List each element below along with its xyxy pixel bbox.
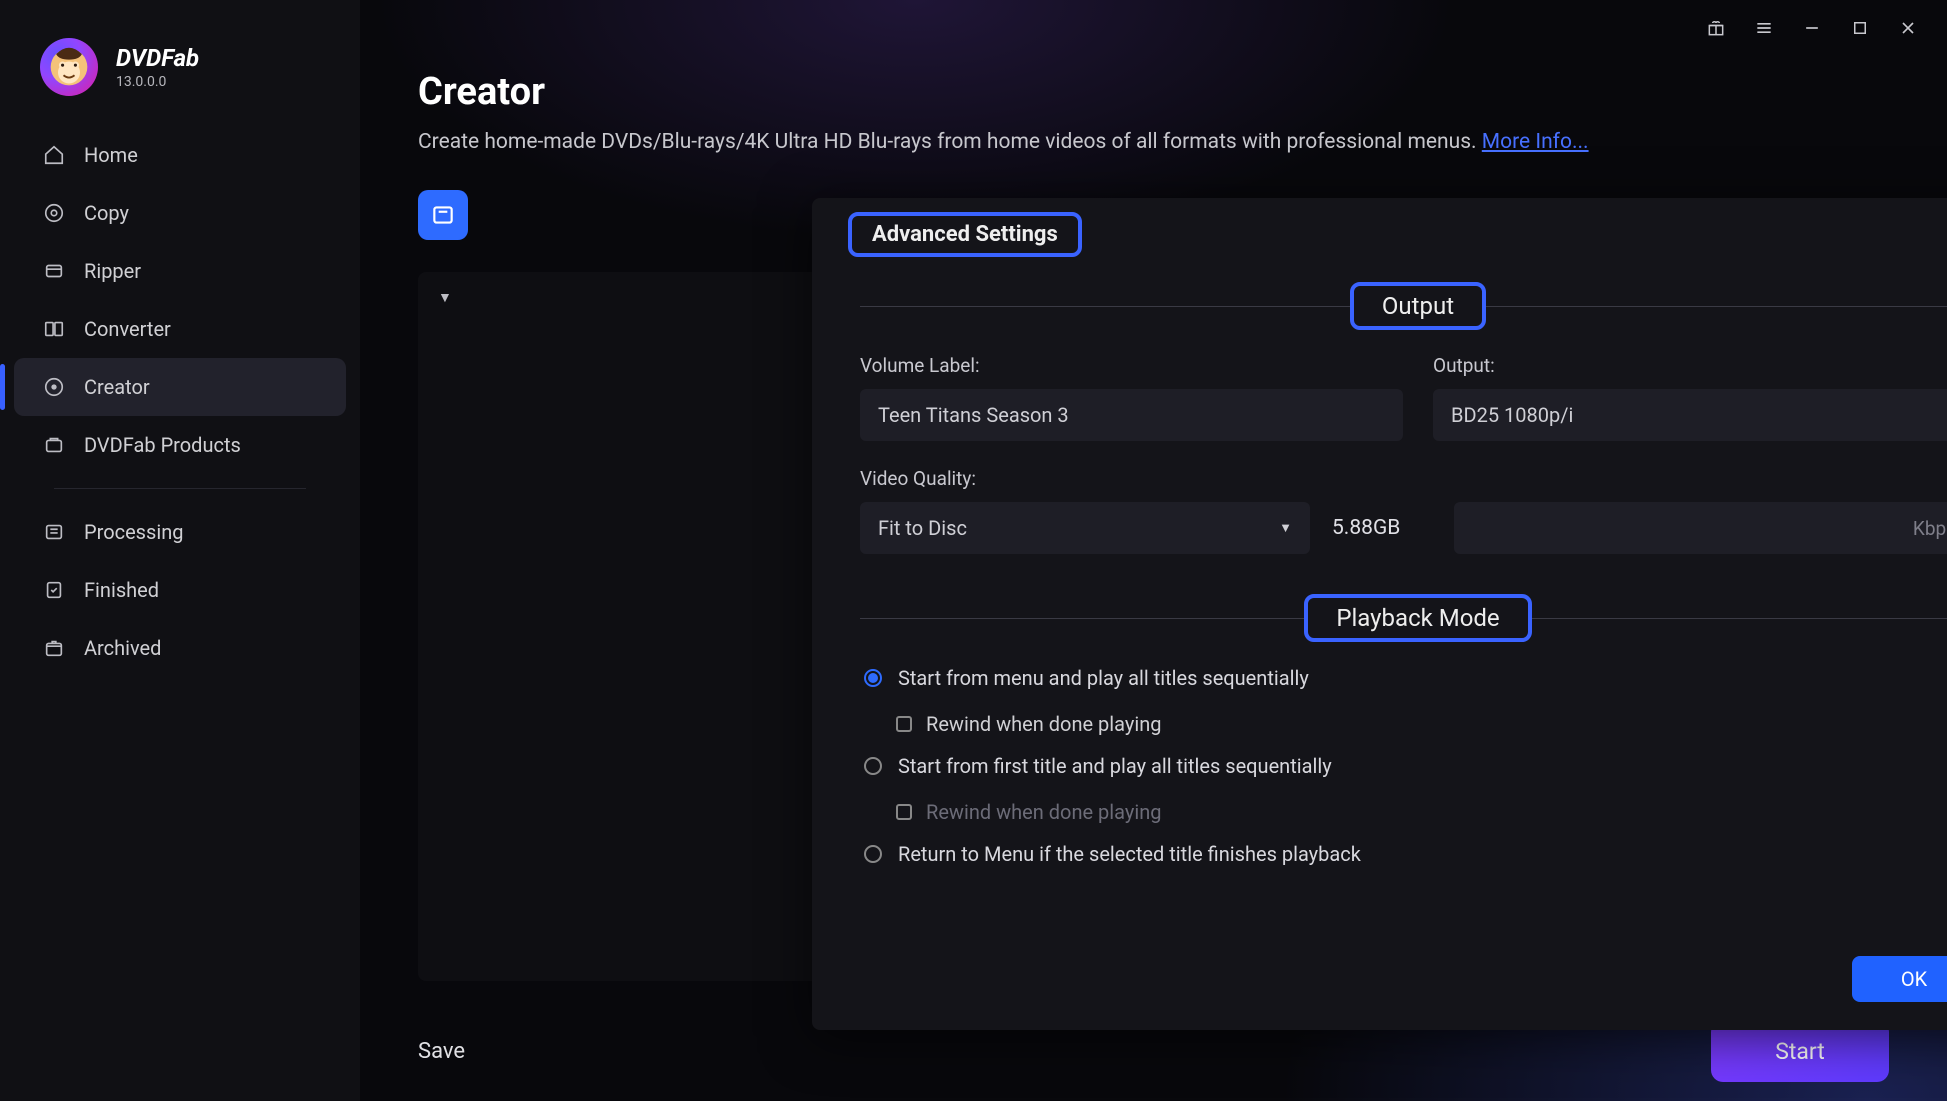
brand-logo (40, 38, 98, 96)
playback-option-3-label: Return to Menu if the selected title fin… (898, 842, 1361, 866)
gift-icon[interactable] (1705, 17, 1727, 39)
sidebar-item-home[interactable]: Home (14, 126, 346, 184)
save-label: Save (418, 1039, 465, 1064)
page-description-text: Create home-made DVDs/Blu-rays/4K Ultra … (418, 130, 1482, 154)
brand-text: DVDFab 13.0.0.0 (116, 44, 199, 90)
monkey-logo-icon (47, 45, 91, 89)
window-controls (1677, 0, 1947, 56)
sidebar: DVDFab 13.0.0.0 Home Copy Ripper Convert… (0, 0, 360, 1101)
video-quality-size: 5.88GB (1332, 516, 1432, 540)
minimize-icon[interactable] (1801, 17, 1823, 39)
radio-icon (864, 669, 882, 687)
processing-icon (42, 520, 66, 544)
sidebar-item-label: Converter (84, 317, 171, 341)
playback-option-2-label: Start from first title and play all titl… (898, 754, 1332, 778)
volume-label-value: Teen Titans Season 3 (878, 403, 1069, 427)
output-col: Output: BD25 1080p/i ▼ (1433, 354, 1947, 441)
sidebar-item-ripper[interactable]: Ripper (14, 242, 346, 300)
converter-icon (42, 317, 66, 341)
ok-button[interactable]: OK (1852, 956, 1947, 1002)
output-label: Output: (1433, 354, 1947, 377)
playback-section-title: Playback Mode (1304, 594, 1531, 642)
playback-section-header: Playback Mode (860, 594, 1947, 642)
output-select[interactable]: BD25 1080p/i ▼ (1433, 389, 1947, 441)
output-section-title: Output (1350, 282, 1486, 330)
caret-down-icon: ▼ (1279, 520, 1292, 536)
sidebar-item-archived[interactable]: Archived (14, 619, 346, 677)
copy-disc-icon (42, 201, 66, 225)
primary-nav: Home Copy Ripper Converter Creator DVDFa… (0, 122, 360, 681)
video-quality-label: Video Quality: (860, 467, 1947, 490)
playback-option-2-rewind: Rewind when done playing (896, 800, 1947, 824)
output-row: Volume Label: Teen Titans Season 3 Outpu… (860, 354, 1947, 441)
nav-divider (54, 488, 306, 489)
sidebar-item-label: Archived (84, 636, 161, 660)
mode-icon (430, 202, 456, 228)
kbps-input[interactable]: Kbps (1454, 502, 1947, 554)
playback-option-2[interactable]: Start from first title and play all titl… (864, 754, 1947, 778)
playback-option-2-rewind-label: Rewind when done playing (926, 800, 1162, 824)
video-quality-select[interactable]: Fit to Disc ▼ (860, 502, 1310, 554)
finished-icon (42, 578, 66, 602)
sidebar-item-products[interactable]: DVDFab Products (14, 416, 346, 474)
sidebar-item-finished[interactable]: Finished (14, 561, 346, 619)
sidebar-item-label: Copy (84, 201, 129, 225)
creator-icon (42, 375, 66, 399)
volume-label-input[interactable]: Teen Titans Season 3 (860, 389, 1403, 441)
mode-button[interactable] (418, 190, 468, 240)
volume-label-col: Volume Label: Teen Titans Season 3 (860, 354, 1403, 441)
radio-icon (864, 757, 882, 775)
playback-section: Playback Mode Start from menu and play a… (860, 594, 1947, 866)
playback-option-1-label: Start from menu and play all titles sequ… (898, 666, 1309, 690)
brand-block: DVDFab 13.0.0.0 (0, 28, 360, 122)
more-info-link[interactable]: More Info... (1482, 130, 1589, 154)
sidebar-item-label: Processing (84, 520, 183, 544)
sidebar-item-copy[interactable]: Copy (14, 184, 346, 242)
main-area: Creator Create home-made DVDs/Blu-rays/4… (360, 0, 1947, 1101)
sidebar-item-processing[interactable]: Processing (14, 503, 346, 561)
modal-footer: OK (860, 926, 1947, 1002)
playback-option-1-rewind[interactable]: Rewind when done playing (896, 712, 1947, 736)
ripper-icon (42, 259, 66, 283)
menu-icon[interactable] (1753, 17, 1775, 39)
archived-icon (42, 636, 66, 660)
advanced-settings-modal: Advanced Settings ✕ Output Volume Label:… (812, 198, 1947, 1030)
playback-radio-group: Start from menu and play all titles sequ… (860, 666, 1947, 866)
close-window-icon[interactable] (1897, 17, 1919, 39)
sidebar-item-label: Home (84, 143, 138, 167)
app-root: DVDFab 13.0.0.0 Home Copy Ripper Convert… (0, 0, 1947, 1101)
brand-version: 13.0.0.0 (116, 74, 199, 90)
sidebar-item-creator[interactable]: Creator (14, 358, 346, 416)
volume-label-label: Volume Label: (860, 354, 1403, 377)
playback-option-1[interactable]: Start from menu and play all titles sequ… (864, 666, 1947, 690)
radio-icon (864, 845, 882, 863)
page-description: Create home-made DVDs/Blu-rays/4K Ultra … (418, 130, 1889, 154)
sidebar-item-converter[interactable]: Converter (14, 300, 346, 358)
sidebar-item-label: Finished (84, 578, 159, 602)
maximize-icon[interactable] (1849, 17, 1871, 39)
output-value: BD25 1080p/i (1451, 403, 1573, 427)
modal-title: Advanced Settings (848, 212, 1082, 257)
page-title: Creator (418, 70, 1889, 114)
sidebar-item-label: DVDFab Products (84, 433, 241, 457)
chevron-down-icon[interactable]: ▼ (438, 289, 452, 306)
sidebar-item-label: Creator (84, 375, 150, 399)
video-quality-value: Fit to Disc (878, 516, 967, 540)
video-quality-col: Video Quality: Fit to Disc ▼ 5.88GB Kbps (860, 467, 1947, 554)
kbps-unit: Kbps (1913, 517, 1947, 540)
playback-option-3[interactable]: Return to Menu if the selected title fin… (864, 842, 1947, 866)
brand-name: DVDFab (116, 44, 199, 72)
home-icon (42, 143, 66, 167)
video-quality-row: Fit to Disc ▼ 5.88GB Kbps (860, 502, 1947, 554)
sidebar-item-label: Ripper (84, 259, 141, 283)
output-section-header: Output (860, 282, 1947, 330)
products-icon (42, 433, 66, 457)
checkbox-icon (896, 804, 912, 820)
playback-option-1-rewind-label: Rewind when done playing (926, 712, 1162, 736)
checkbox-icon (896, 716, 912, 732)
output-section: Output Volume Label: Teen Titans Season … (860, 282, 1947, 554)
